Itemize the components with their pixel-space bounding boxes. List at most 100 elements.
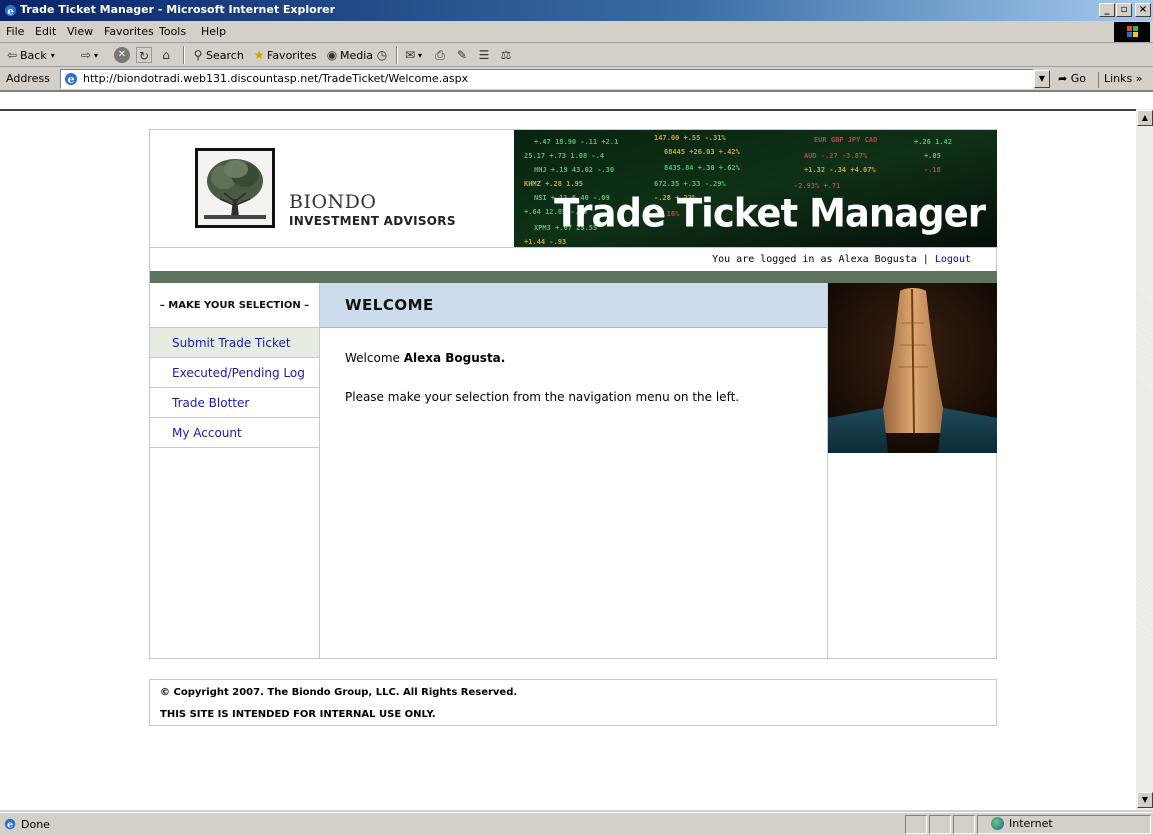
- internet-explorer-icon: e: [4, 4, 17, 17]
- page-container: BIONDO INVESTMENT ADVISORS +.47 18.90 -.…: [149, 129, 997, 659]
- status-cell: [929, 815, 951, 834]
- welcome-message: Welcome Alexa Bogusta.: [345, 351, 505, 365]
- maximize-button[interactable]: ▫: [1116, 3, 1132, 17]
- menu-tools[interactable]: Tools: [159, 25, 186, 38]
- print-icon: ⎙: [435, 48, 445, 62]
- dropdown-arrow-icon: ▾: [418, 50, 423, 60]
- login-status: You are logged in as Alexa Bogusta | Log…: [712, 254, 971, 265]
- menu-bar: File Edit View Favorites Tools Help: [0, 21, 1153, 43]
- go-arrow-icon: ➦: [1058, 72, 1068, 85]
- back-button[interactable]: ⇦ Back ▾: [4, 47, 55, 63]
- sidebar-nav: – MAKE YOUR SELECTION – Submit Trade Tic…: [150, 283, 320, 659]
- welcome-prefix: Welcome: [345, 351, 400, 365]
- scroll-down-button[interactable]: ▼: [1137, 792, 1153, 808]
- discuss-icon: ☰: [478, 48, 490, 62]
- forward-button[interactable]: ⇨ ▾: [78, 47, 98, 63]
- mail-button[interactable]: ✉ ▾: [402, 47, 422, 63]
- edit-icon: ✎: [456, 48, 468, 62]
- main-content: WELCOME Welcome Alexa Bogusta. Please ma…: [320, 283, 827, 659]
- history-icon: ◷: [376, 48, 388, 62]
- brand-name: BIONDO: [289, 191, 377, 213]
- page-footer: © Copyright 2007. The Biondo Group, LLC.…: [149, 679, 997, 726]
- search-button[interactable]: ⚲ Search: [190, 47, 244, 63]
- brand-subtitle: INVESTMENT ADVISORS: [289, 214, 456, 228]
- chevron-right-icon: »: [1135, 72, 1143, 85]
- mail-icon: ✉: [404, 48, 416, 62]
- app-title: Trade Ticket Manager: [554, 190, 986, 237]
- login-status-row: You are logged in as Alexa Bogusta | Log…: [150, 247, 997, 271]
- internal-use-notice: THIS SITE IS INTENDED FOR INTERNAL USE O…: [160, 709, 436, 720]
- address-dropdown-button[interactable]: ▼: [1034, 70, 1050, 88]
- close-button[interactable]: ×: [1135, 3, 1151, 17]
- stock-ticker-banner: +.47 18.90 -.11 +2.1 147.00 +.55 -.31% E…: [514, 130, 997, 247]
- edit-button[interactable]: ✎: [454, 47, 470, 63]
- logged-in-label: You are logged in as Alexa Bogusta |: [712, 254, 929, 265]
- address-url: http://biondotradi.web131.discountasp.ne…: [83, 72, 469, 85]
- toolbar-separator: [396, 46, 398, 64]
- status-cell: [953, 815, 975, 834]
- address-bar: Address e http://biondotradi.web131.disc…: [0, 67, 1153, 91]
- sidebar-item-executed-pending-log[interactable]: Executed/Pending Log: [150, 358, 319, 388]
- sidebar-item-submit-trade-ticket[interactable]: Submit Trade Ticket: [150, 328, 319, 358]
- user-name: Alexa Bogusta.: [403, 351, 506, 365]
- status-text: e Done: [3, 817, 50, 831]
- logo-area: BIONDO INVESTMENT ADVISORS: [150, 130, 514, 247]
- window-title: Trade Ticket Manager - Microsoft Interne…: [20, 3, 336, 16]
- status-bar: e Done Internet: [0, 812, 1153, 835]
- research-icon: ⚖: [500, 48, 512, 62]
- media-button[interactable]: ◉ Media: [324, 47, 373, 63]
- dropdown-arrow-icon: ▾: [94, 50, 99, 60]
- sidebar-item-my-account[interactable]: My Account: [150, 418, 319, 448]
- page-done-icon: e: [4, 818, 16, 831]
- home-button[interactable]: ⌂: [158, 47, 174, 63]
- page-icon: e: [65, 73, 77, 86]
- menu-help[interactable]: Help: [201, 25, 226, 38]
- menu-view[interactable]: View: [67, 25, 93, 38]
- status-cell: [905, 815, 927, 834]
- security-zone: Internet: [991, 817, 1053, 830]
- menu-edit[interactable]: Edit: [35, 25, 56, 38]
- minimize-button[interactable]: _: [1099, 3, 1115, 17]
- history-button[interactable]: ◷: [374, 47, 390, 63]
- print-button[interactable]: ⎙: [432, 47, 448, 63]
- back-arrow-icon: ⇦: [6, 48, 18, 62]
- standard-toolbar: ⇦ Back ▾ ⇨ ▾ ✕ ↻ ⌂ ⚲ Search ★ Favorites …: [0, 43, 1153, 67]
- window-title-bar[interactable]: e Trade Ticket Manager - Microsoft Inter…: [0, 0, 1153, 21]
- menu-favorites[interactable]: Favorites: [104, 25, 154, 38]
- stop-button[interactable]: ✕: [114, 47, 130, 63]
- sidebar-heading: – MAKE YOUR SELECTION –: [150, 283, 319, 328]
- toolbar-separator: [183, 46, 185, 64]
- refresh-icon: ↻: [136, 47, 152, 63]
- research-button[interactable]: ⚖: [498, 47, 514, 63]
- browser-viewport: BIONDO INVESTMENT ADVISORS +.47 18.90 -.…: [0, 109, 1136, 810]
- address-label: Address: [6, 72, 50, 85]
- instructions-text: Please make your selection from the navi…: [345, 390, 740, 404]
- refresh-button[interactable]: ↻: [136, 47, 152, 63]
- forward-arrow-icon: ⇨: [80, 48, 92, 62]
- go-button[interactable]: ➦ Go: [1058, 72, 1086, 85]
- search-icon: ⚲: [193, 48, 203, 62]
- globe-icon: [991, 817, 1004, 830]
- menu-file[interactable]: File: [6, 25, 24, 38]
- favorites-star-icon: ★: [253, 48, 265, 62]
- windows-logo-icon: [1114, 22, 1150, 42]
- media-icon: ◉: [326, 48, 338, 62]
- vertical-scrollbar[interactable]: [1136, 109, 1153, 810]
- praying-hands-image: [827, 283, 997, 453]
- home-icon: ⌂: [162, 48, 170, 62]
- viewport-top-edge: [0, 91, 1153, 109]
- links-button[interactable]: Links »: [1098, 72, 1143, 88]
- tree-logo-icon: [195, 148, 275, 228]
- svg-text:e: e: [7, 5, 14, 17]
- svg-text:e: e: [68, 73, 75, 86]
- divider-bar: [150, 271, 997, 283]
- scroll-up-button[interactable]: ▲: [1137, 110, 1153, 126]
- discuss-button[interactable]: ☰: [476, 47, 492, 63]
- address-input[interactable]: e http://biondotradi.web131.discountasp.…: [60, 69, 1034, 89]
- logout-link[interactable]: Logout: [935, 254, 971, 265]
- favorites-button[interactable]: ★ Favorites: [251, 47, 317, 63]
- sidebar-item-trade-blotter[interactable]: Trade Blotter: [150, 388, 319, 418]
- stop-icon: ✕: [114, 47, 130, 63]
- copyright-text: © Copyright 2007. The Biondo Group, LLC.…: [160, 687, 518, 698]
- svg-text:e: e: [7, 820, 13, 831]
